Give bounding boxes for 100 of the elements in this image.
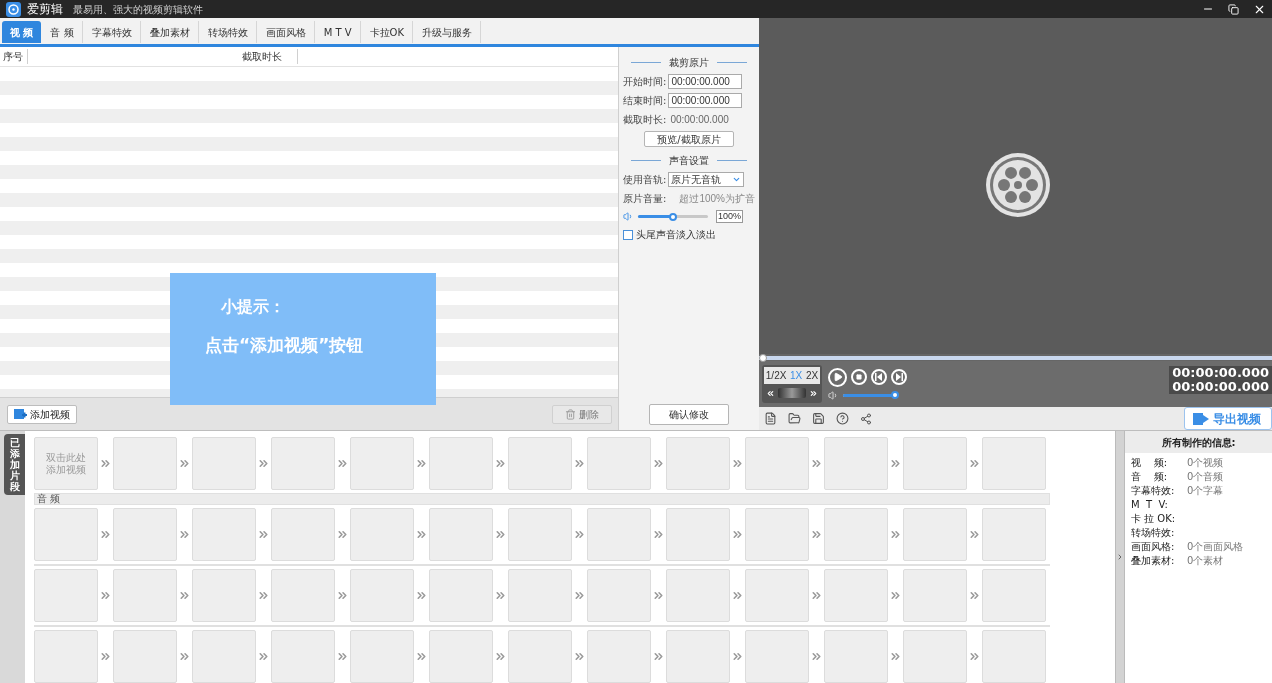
clip-slot[interactable] [903,508,967,561]
play-icon[interactable] [828,367,847,387]
tab[interactable]: 卡拉OK [361,21,414,43]
chevron-right-icon [1116,552,1124,562]
clip-slot[interactable] [824,630,888,683]
clip-slot[interactable] [666,569,730,622]
clip-slot[interactable] [903,569,967,622]
audio-track-dropdown[interactable]: 原片无音轨 [668,172,745,187]
checkbox[interactable] [623,229,633,240]
volume-slider[interactable] [638,212,708,221]
clip-slot[interactable] [192,569,256,622]
folder-icon[interactable] [788,412,801,425]
clip-slot[interactable] [508,630,572,683]
clip-slot[interactable] [666,630,730,683]
tab[interactable]: M T V [315,21,361,43]
clip-slot[interactable] [824,437,888,490]
save-icon[interactable] [812,412,825,425]
clip-slot[interactable] [350,508,414,561]
tab[interactable]: 升级与服务 [414,21,482,43]
clip-slot[interactable] [745,630,809,683]
clip-slot[interactable] [192,630,256,683]
dropdown-caret-icon [732,175,742,184]
speed-option[interactable]: 1/2X [765,368,787,384]
tab[interactable]: 画面风格 [257,21,315,43]
clip-slot[interactable] [429,569,493,622]
app-logo-icon [6,1,21,17]
clip-slot[interactable] [271,569,335,622]
clip-slot[interactable] [113,630,177,683]
share-icon[interactable] [860,412,872,425]
clip-slot[interactable] [745,508,809,561]
info-label: 视 频: [1131,456,1169,470]
tab[interactable]: 转场特效 [199,21,257,43]
info-label: 音 频: [1131,470,1169,484]
double-chevron-icon [731,528,744,541]
clip-slot[interactable] [587,630,651,683]
clip-slot[interactable] [34,508,98,561]
next-frame-icon[interactable] [891,369,907,386]
clip-slot[interactable] [350,569,414,622]
add-video-button[interactable]: 添加视频 [7,404,77,424]
double-chevron-icon [178,589,191,602]
start-time-field[interactable]: 00:00:00.000 [668,74,743,89]
double-chevron-icon [178,650,191,663]
double-chevron-icon [810,589,823,602]
end-time-field[interactable]: 00:00:00.000 [668,93,743,108]
seek-bar[interactable] [759,355,1272,360]
clip-slot[interactable] [508,508,572,561]
clip-slot[interactable] [429,437,493,490]
clip-slot[interactable] [508,437,572,490]
double-chevron-icon [889,589,902,602]
clip-slot[interactable] [192,508,256,561]
previous-frame-icon[interactable] [871,369,887,386]
clip-slot[interactable] [903,437,967,490]
panel-splitter[interactable] [1115,431,1125,683]
document-icon[interactable] [764,412,777,425]
double-chevron-icon [889,650,902,663]
tab[interactable]: 音 频 [42,21,83,43]
clip-slot[interactable] [350,437,414,490]
double-chevron-icon [573,650,586,663]
confirm-button[interactable]: 确认修改 [649,404,729,425]
tab[interactable]: 字幕特效 [83,21,141,43]
clip-slot[interactable] [587,508,651,561]
section-title: 裁剪原片 [669,56,709,70]
tab[interactable]: 视 频 [2,21,42,43]
window-subtitle: 最易用、强大的视频剪辑软件 [73,2,203,17]
clip-slot[interactable] [429,630,493,683]
stop-icon[interactable] [851,369,867,386]
clip-slot[interactable] [192,437,256,490]
clip-slot[interactable] [903,630,967,683]
clip-slot[interactable] [34,569,98,622]
clip-slot[interactable] [113,569,177,622]
help-icon[interactable] [836,412,849,425]
double-chevron-icon [178,528,191,541]
tab[interactable]: 叠加素材 [141,21,199,43]
restore-icon[interactable] [1228,3,1239,15]
clip-slot[interactable] [666,437,730,490]
clip-slot[interactable] [666,508,730,561]
clip-slot[interactable] [824,508,888,561]
info-label: 字幕特效: [1131,484,1176,498]
info-value: 0个字幕 [1187,484,1224,498]
clip-slot[interactable] [34,630,98,683]
clip-slot[interactable] [350,630,414,683]
clip-slot[interactable] [508,569,572,622]
clip-slot[interactable] [271,437,335,490]
clip-slot[interactable] [113,508,177,561]
clip-slot[interactable] [271,630,335,683]
clip-slot[interactable] [587,437,651,490]
clip-slot[interactable] [745,437,809,490]
clip-slot[interactable] [982,437,1046,490]
clip-slot[interactable] [113,437,177,490]
speed-option[interactable]: 2X [805,368,819,384]
clip-slot[interactable] [587,569,651,622]
double-chevron-icon [652,457,665,470]
clip-slot[interactable] [824,569,888,622]
clip-slot[interactable] [982,630,1046,683]
preview-button[interactable]: 预览/截取原片 [644,131,734,147]
clip-slot[interactable] [271,508,335,561]
clip-slot[interactable] [982,508,1046,561]
clip-slot[interactable] [745,569,809,622]
clip-slot[interactable] [982,569,1046,622]
clip-slot[interactable] [429,508,493,561]
